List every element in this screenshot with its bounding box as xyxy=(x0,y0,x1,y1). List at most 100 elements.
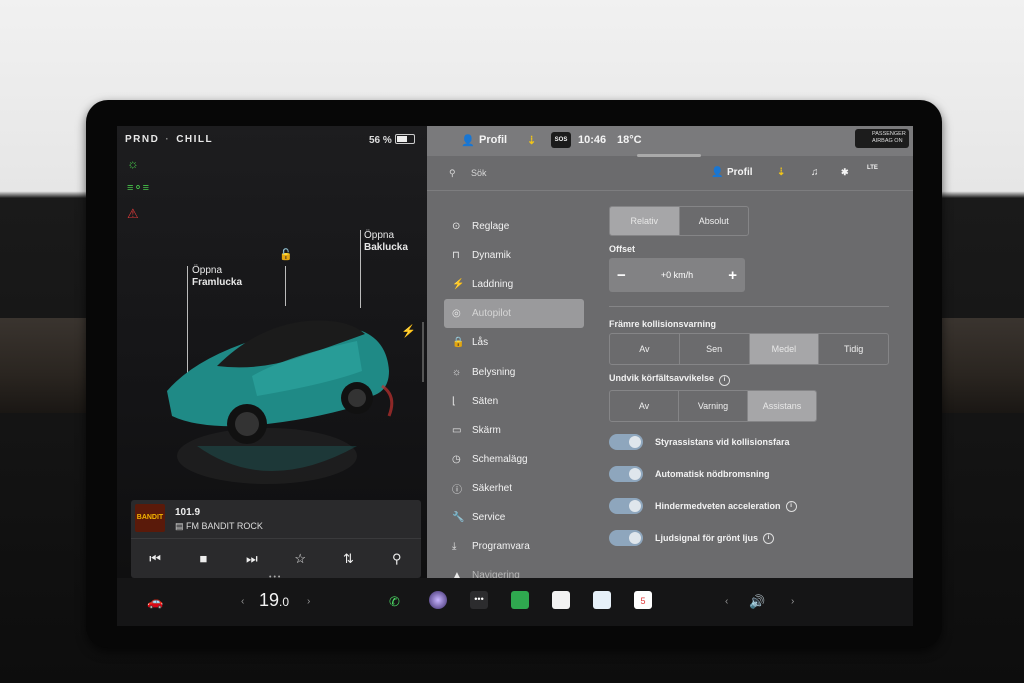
seatbelt-warning-icon: ⚠ xyxy=(127,206,139,221)
cabin-temperature[interactable]: 19.0 xyxy=(259,590,289,611)
media-controls: ⏮ ■ ⏭ ☆ ⇅ ⚲ xyxy=(131,539,421,578)
menu-item-8[interactable]: ▭ Skärm xyxy=(444,416,584,445)
offset-plus-button[interactable]: + xyxy=(728,267,737,284)
toggle-switch[interactable] xyxy=(609,530,643,546)
menu-item-label: Reglage xyxy=(472,221,510,233)
sos-button[interactable]: SOS xyxy=(551,132,571,148)
touchscreen: PRND · CHILL 56 % ☼ ≡⚬≡ ⚠ Öppna Framlucka … xyxy=(117,126,913,626)
screen-icon: ▭ xyxy=(452,424,462,436)
lane-option[interactable]: Av xyxy=(610,391,678,421)
settings-menu: ⊙ Reglage ⊓ Dynamik ⚡ Laddning ◎ Autopilot 🔒 Lås ☼… xyxy=(444,212,584,590)
menu-item-label: Autopilot xyxy=(472,308,511,320)
download-icon[interactable]: ⇣ xyxy=(527,134,536,147)
download-icon[interactable]: ⇣ xyxy=(777,167,785,178)
toggle-switch[interactable] xyxy=(609,466,643,482)
clock-icon: ◷ xyxy=(452,453,461,465)
menu-item-3[interactable]: ⚡ Laddning xyxy=(444,270,584,299)
media-search-icon[interactable]: ⚲ xyxy=(382,551,412,567)
menu-item-4[interactable]: ◎ Autopilot xyxy=(444,299,584,329)
wrench-icon: 🔧 xyxy=(452,511,465,523)
stop-icon[interactable]: ■ xyxy=(188,551,218,566)
menu-item-5[interactable]: 🔒 Lås xyxy=(444,328,584,357)
info-icon[interactable]: i xyxy=(785,500,797,512)
search-input[interactable]: Sök xyxy=(471,168,487,178)
equalizer-icon[interactable]: ⇅ xyxy=(333,551,363,567)
rear-trunk-label[interactable]: Öppna Baklucka xyxy=(364,230,408,254)
car-illustration xyxy=(167,320,394,484)
volume-up-chevron-icon[interactable]: › xyxy=(791,596,794,607)
profile-icon[interactable]: 👤 xyxy=(461,134,475,147)
toybox-app-icon[interactable] xyxy=(552,591,570,609)
energy-app-icon[interactable] xyxy=(511,591,529,609)
menu-item-label: Dynamik xyxy=(472,250,511,262)
profile-icon[interactable]: 👤 xyxy=(711,167,723,178)
next-track-icon[interactable]: ⏭ xyxy=(237,551,267,567)
fcw-option[interactable]: Medel xyxy=(748,334,819,364)
light-icon: ☼ xyxy=(452,366,462,378)
temp-down-chevron-icon[interactable]: ‹ xyxy=(241,596,244,607)
menu-item-9[interactable]: ◷ Schemalägg xyxy=(444,445,584,474)
toggle-switch[interactable] xyxy=(609,434,643,450)
toggle-label: Hindermedveten acceleration xyxy=(655,501,781,511)
header-profile-label[interactable]: Profil xyxy=(727,167,753,178)
offset-minus-button[interactable]: − xyxy=(617,267,626,284)
bell-icon[interactable]: ♫ xyxy=(811,167,819,178)
offset_mode-option[interactable]: Relativ xyxy=(610,207,679,235)
outside-temperature: 18°C xyxy=(617,134,642,146)
more-apps-icon[interactable]: ••• xyxy=(470,591,488,609)
menu-item-2[interactable]: ⊓ Dynamik xyxy=(444,241,584,270)
charge-port-icon[interactable]: ⚡ xyxy=(401,324,416,338)
info-icon[interactable]: i xyxy=(719,375,731,386)
temp-up-chevron-icon[interactable]: › xyxy=(307,596,310,607)
menu-item-11[interactable]: 🔧 Service xyxy=(444,503,584,532)
lane-heading: Undvik körfältsavvikelse i xyxy=(609,373,889,386)
lane-option[interactable]: Assistans xyxy=(747,391,816,421)
toggle-label: Automatisk nödbromsning xyxy=(655,469,770,479)
phone-icon[interactable]: ✆ xyxy=(389,594,400,610)
toggle-row: Ljudsignal för grönt ljus i xyxy=(609,522,889,554)
favorite-star-icon[interactable]: ☆ xyxy=(285,551,315,567)
info-icon[interactable]: i xyxy=(763,532,774,544)
airbag-line2: AIRBAG ON xyxy=(872,138,903,144)
fcw-option[interactable]: Av xyxy=(610,334,679,364)
menu-item-7[interactable]: ⌊ Säten xyxy=(444,387,584,416)
radio-station-name: FM BANDIT ROCK xyxy=(186,521,263,531)
autopilot-settings: Relativ Absolut Offset − +0 km/h + Främre… xyxy=(609,206,889,554)
drive-mode: CHILL xyxy=(176,134,214,145)
offset_mode-option[interactable]: Absolut xyxy=(678,207,749,235)
pull-handle[interactable] xyxy=(637,154,701,157)
toggle-row: Hindermedveten acceleration i xyxy=(609,490,889,522)
fcw-option[interactable]: Tidig xyxy=(818,334,888,364)
search-icon[interactable]: ⚲ xyxy=(449,168,456,179)
toggle-row: Styrassistans vid kollisionsfara xyxy=(609,426,889,458)
menu-item-10[interactable]: ⓘ Säkerhet xyxy=(444,474,584,503)
fcw-option[interactable]: Sen xyxy=(678,334,749,364)
toggle-switch[interactable] xyxy=(609,498,643,514)
menu-item-label: Säkerhet xyxy=(472,482,513,494)
rear-trunk-label-line2: Baklucka xyxy=(364,242,408,253)
volume-down-chevron-icon[interactable]: ‹ xyxy=(725,596,728,607)
menu-item-12[interactable]: ⤓ Programvara xyxy=(444,532,584,561)
menu-item-label: Service xyxy=(472,511,506,523)
front-trunk-label-line2: Framlucka xyxy=(192,277,243,288)
toggle-label: Styrassistans vid kollisionsfara xyxy=(655,437,790,447)
menu-item-6[interactable]: ☼ Belysning xyxy=(444,357,584,386)
lane-option[interactable]: Varning xyxy=(678,391,747,421)
camera-icon[interactable] xyxy=(429,591,447,609)
download-icon: ⤓ xyxy=(452,541,457,553)
clock: 10:46 xyxy=(578,134,607,146)
media-player[interactable]: BANDIT 101.9 ▤ FM BANDIT ROCK ⏮ ■ ⏭ ☆ ⇅ … xyxy=(131,500,421,578)
calendar-icon[interactable]: 5 xyxy=(634,591,652,609)
top-profile-label[interactable]: Profil xyxy=(479,134,507,146)
taskbar: ••• 🚗 ‹ 19.0 › ✆ ••• 5 ‹ 🔊 › xyxy=(117,574,913,626)
lock-icon: 🔒 xyxy=(452,337,465,349)
bluetooth-icon[interactable]: ✱ xyxy=(841,167,849,178)
speaker-icon[interactable]: 🔊 xyxy=(749,594,765,610)
previous-track-icon[interactable]: ⏮ xyxy=(140,551,170,567)
car-icon[interactable]: 🚗 xyxy=(147,594,163,610)
top-status-strip: 👤 Profil ⇣ SOS 10:46 18°C PASSENGER AIRB… xyxy=(427,126,913,156)
notes-app-icon[interactable] xyxy=(593,591,611,609)
front-trunk-label[interactable]: Öppna Framlucka xyxy=(192,265,242,289)
unlock-icon[interactable]: 🔓 xyxy=(279,248,293,261)
menu-item-1[interactable]: ⊙ Reglage xyxy=(444,212,584,241)
